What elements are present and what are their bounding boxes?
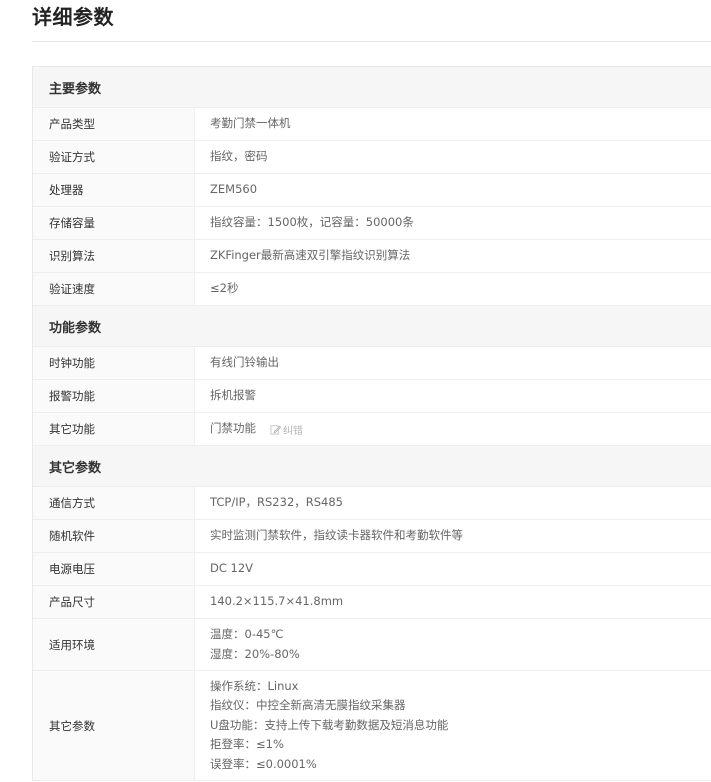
param-value-line: ZKFinger最新高速双引擎指纹识别算法 xyxy=(210,248,411,263)
param-value: 实时监测门禁软件，指纹读卡器软件和考勤软件等 xyxy=(195,520,711,552)
param-value-line: 指纹容量：1500枚，记容量：50000条 xyxy=(210,215,414,230)
page-title: 详细参数 xyxy=(32,5,114,29)
section-title: 其它参数 xyxy=(49,460,102,476)
param-row: 适用环境 温度：0-45℃ 湿度：20%-80% xyxy=(33,619,711,671)
param-value-line: ≤2秒 xyxy=(210,281,239,296)
param-row: 其它功能 门禁功能 纠错 xyxy=(33,413,711,446)
param-row: 电源电压 DC 12V xyxy=(33,553,711,586)
correct-error-link[interactable]: 纠错 xyxy=(270,422,303,437)
param-value-line: 140.2×115.7×41.8mm xyxy=(210,594,344,609)
param-value-line: TCP/IP，RS232，RS485 xyxy=(210,495,343,510)
section-title: 功能参数 xyxy=(49,320,102,336)
param-row: 验证方式 指纹，密码 xyxy=(33,141,711,174)
section-header-main: 主要参数 xyxy=(33,67,711,108)
param-row: 时钟功能 有线门铃输出 xyxy=(33,347,711,380)
param-row: 报警功能 拆机报警 xyxy=(33,380,711,413)
param-value: 门禁功能 纠错 xyxy=(195,413,711,445)
param-value-line: 操作系统：Linux xyxy=(210,678,299,693)
param-row: 验证速度 ≤2秒 xyxy=(33,273,711,306)
correct-error-label: 纠错 xyxy=(283,425,303,437)
edit-icon xyxy=(270,424,281,435)
param-value-line: 门禁功能 xyxy=(210,421,256,436)
param-row: 识别算法 ZKFinger最新高速双引擎指纹识别算法 xyxy=(33,240,711,273)
param-row: 产品类型 考勤门禁一体机 xyxy=(33,108,711,141)
param-key: 报警功能 xyxy=(33,380,195,412)
param-row: 随机软件 实时监测门禁软件，指纹读卡器软件和考勤软件等 xyxy=(33,520,711,553)
param-row: 其它参数 操作系统：Linux 指纹仪：中控全新高清无膜指纹采集器 U盘功能：支… xyxy=(33,671,711,781)
param-value: 拆机报警 xyxy=(195,380,711,412)
param-value-line: 误登率：≤0.0001% xyxy=(210,756,317,771)
param-value-line: 考勤门禁一体机 xyxy=(210,116,291,131)
param-value: ZEM560 xyxy=(195,174,711,206)
param-value: 温度：0-45℃ 湿度：20%-80% xyxy=(195,619,711,670)
param-value-line: 拒登率：≤1% xyxy=(210,737,284,752)
title-divider xyxy=(32,41,711,42)
param-key: 电源电压 xyxy=(33,553,195,585)
param-value: 指纹容量：1500枚，记容量：50000条 xyxy=(195,207,711,239)
section-header-other: 其它参数 xyxy=(33,446,711,487)
param-value: TCP/IP，RS232，RS485 xyxy=(195,487,711,519)
param-value-line: 有线门铃输出 xyxy=(210,355,279,370)
param-key: 产品尺寸 xyxy=(33,586,195,618)
param-key: 验证方式 xyxy=(33,141,195,173)
param-value: 考勤门禁一体机 xyxy=(195,108,711,140)
param-key: 其它功能 xyxy=(33,413,195,445)
param-key: 其它参数 xyxy=(33,671,195,780)
param-value: ≤2秒 xyxy=(195,273,711,305)
param-key: 随机软件 xyxy=(33,520,195,552)
param-value-line: ZEM560 xyxy=(210,182,258,197)
param-value: 指纹，密码 xyxy=(195,141,711,173)
param-value: 有线门铃输出 xyxy=(195,347,711,379)
param-value-line: 实时监测门禁软件，指纹读卡器软件和考勤软件等 xyxy=(210,528,463,543)
param-key: 通信方式 xyxy=(33,487,195,519)
param-value-line: 指纹仪：中控全新高清无膜指纹采集器 xyxy=(210,698,406,713)
param-value: ZKFinger最新高速双引擎指纹识别算法 xyxy=(195,240,711,272)
section-header-function: 功能参数 xyxy=(33,306,711,347)
param-key: 时钟功能 xyxy=(33,347,195,379)
param-key: 处理器 xyxy=(33,174,195,206)
param-value-line: 湿度：20%-80% xyxy=(210,646,300,661)
param-value-line: 拆机报警 xyxy=(210,388,256,403)
param-row: 产品尺寸 140.2×115.7×41.8mm xyxy=(33,586,711,619)
param-value: DC 12V xyxy=(195,553,711,585)
param-value-line: 温度：0-45℃ xyxy=(210,627,284,642)
param-row: 存储容量 指纹容量：1500枚，记容量：50000条 xyxy=(33,207,711,240)
param-row: 通信方式 TCP/IP，RS232，RS485 xyxy=(33,487,711,520)
param-value-line: DC 12V xyxy=(210,561,254,576)
param-key: 验证速度 xyxy=(33,273,195,305)
param-value-line: 指纹，密码 xyxy=(210,149,268,164)
param-key: 适用环境 xyxy=(33,619,195,670)
param-row: 处理器 ZEM560 xyxy=(33,174,711,207)
param-table: 主要参数 产品类型 考勤门禁一体机 验证方式 指纹，密码 处理器 ZEM560 … xyxy=(32,66,711,781)
section-title: 主要参数 xyxy=(49,81,102,97)
param-key: 产品类型 xyxy=(33,108,195,140)
param-key: 识别算法 xyxy=(33,240,195,272)
param-value-line: U盘功能：支持上传下载考勤数据及短消息功能 xyxy=(210,717,449,732)
param-value: 140.2×115.7×41.8mm xyxy=(195,586,711,618)
param-key: 存储容量 xyxy=(33,207,195,239)
param-value: 操作系统：Linux 指纹仪：中控全新高清无膜指纹采集器 U盘功能：支持上传下载… xyxy=(195,671,711,780)
